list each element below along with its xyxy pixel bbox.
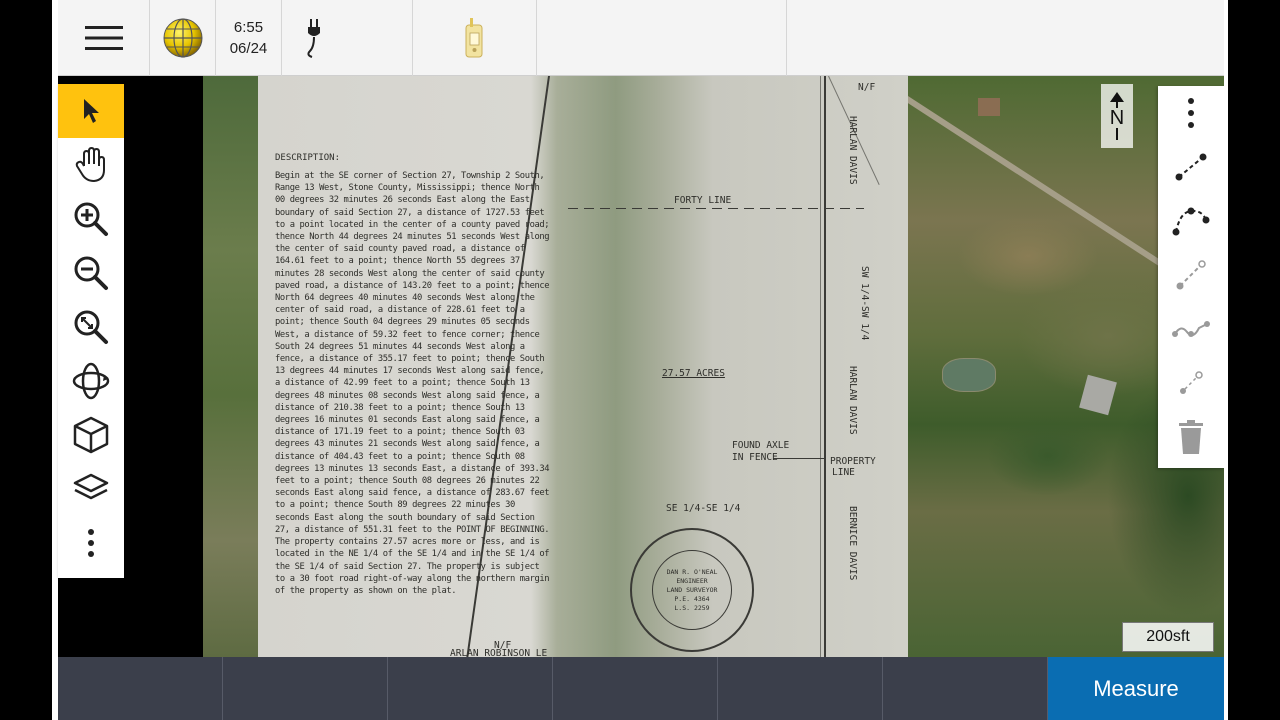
orbit-icon [72,362,110,400]
seal-surveyor: LAND SURVEYOR [666,585,718,594]
satellite-pond [942,358,996,392]
surveyor-seal: DAN R. O'NEAL ENGINEER LAND SURVEYOR P.E… [630,528,754,652]
north-tail-icon [1116,128,1118,140]
surveyor-seal-inner: DAN R. O'NEAL ENGINEER LAND SURVEYOR P.E… [652,550,732,630]
measure-line-button[interactable] [1158,140,1224,194]
plat-label-line: LINE [832,467,855,478]
orbit-button[interactable] [58,354,124,408]
status-bar: 6:55 06/24 [58,0,1224,76]
status-slot [537,0,787,76]
plat-description-heading: DESCRIPTION: [275,153,341,163]
measure-tools-toolbar [1158,86,1224,468]
right-frame-border [1224,0,1228,720]
bottom-slot-5[interactable] [718,657,883,720]
receiver-status[interactable] [413,0,537,76]
zoom-extents-icon [74,310,108,344]
measure-line-icon [1175,153,1207,181]
pan-tool-button[interactable] [58,138,124,192]
plat-description-text: Begin at the SE corner of Section 27, To… [275,171,550,596]
more-tools-button[interactable] [58,516,124,570]
measure-point-icon [1180,371,1203,394]
trash-icon [1179,420,1203,454]
power-status[interactable] [282,0,413,76]
hamburger-menu-icon [84,26,123,50]
measure-point-button[interactable] [1158,356,1224,410]
more-vertical-icon [1188,98,1194,128]
zoom-out-icon [74,256,108,290]
measure-arc-icon [1172,207,1210,236]
layers-icon [73,473,109,500]
clock: 6:55 06/24 [216,0,282,76]
plat-label-forty-line: FORTY LINE [674,195,732,206]
bottom-slot-3[interactable] [388,657,553,720]
select-arrow-icon [84,99,99,123]
map-tools-toolbar [58,84,124,578]
seal-engineer: ENGINEER [676,576,708,585]
satellite-building-small [978,98,1000,116]
zoom-extents-button[interactable] [58,300,124,354]
bottom-slot-4[interactable] [553,657,718,720]
plat-label-arlan-robinson: ARLAN ROBINSON LE [450,648,548,657]
measure-point-line-button[interactable] [1158,248,1224,302]
menu-button[interactable] [58,0,150,76]
3d-view-button[interactable] [58,408,124,462]
more-vertical-icon [88,529,94,557]
seal-pe: P.E. 4364 [674,594,710,603]
measure-polyline-icon [1172,321,1210,337]
plat-label-nf-top: N/F [858,82,876,93]
delete-measurement-button[interactable] [1158,410,1224,464]
satellite-imagery-left [203,76,258,657]
seal-name: DAN R. O'NEAL [666,567,718,576]
right-frame [1224,0,1280,720]
plat-label-bernice-davis: BERNICE DAVIS [847,506,858,581]
measure-arc-button[interactable] [1158,194,1224,248]
plat-label-found-axle: FOUND AXLE [732,440,790,451]
seal-ls: L.S. 2259 [674,603,710,612]
zoom-out-button[interactable] [58,246,124,300]
pan-hand-icon [75,147,105,182]
gnss-receiver-icon [465,18,482,58]
plat-label-acres: 27.57 ACRES [662,368,725,379]
left-frame [0,0,58,720]
scale-bar: 200sft [1122,622,1214,652]
map-view[interactable]: DESCRIPTION: Begin at the SE corner of S… [58,76,1224,657]
plat-label-harlan-davis-top: HARLAN DAVIS [847,116,858,185]
north-arrow[interactable]: N [1101,84,1133,148]
measure-point-line-icon [1176,260,1206,290]
plat-leader-line [773,458,825,459]
plat-label-in-fence: IN FENCE [732,452,778,463]
time-text: 6:55 [233,19,264,36]
plat-label-sw-quarter: SW 1/4-SW 1/4 [859,266,870,341]
gnss-status-button[interactable] [150,0,216,76]
measure-polyline-button[interactable] [1158,302,1224,356]
measure-button[interactable]: Measure [1048,657,1224,720]
plat-label-se-quarter: SE 1/4-SE 1/4 [666,503,741,514]
bottom-slot-6[interactable] [883,657,1048,720]
zoom-in-button[interactable] [58,192,124,246]
plat-label-property: PROPERTY [830,456,876,467]
measure-options-button[interactable] [1158,86,1224,140]
bottom-slot-1[interactable] [58,657,223,720]
north-letter: N [1109,107,1125,129]
date-text: 06/24 [229,40,268,57]
plat-boundary-east-fence [820,76,821,657]
zoom-in-icon [74,202,108,236]
plat-boundary-east [824,76,826,657]
bottom-slot-2[interactable] [223,657,388,720]
plat-label-harlan-davis: HARLAN DAVIS [847,366,858,435]
power-plug-icon [307,19,320,58]
select-tool-button[interactable] [58,84,124,138]
layers-button[interactable] [58,462,124,516]
plat-forty-line [568,208,864,209]
3d-cube-icon [73,416,109,454]
globe-icon [163,18,202,58]
north-arrow-icon [1110,92,1124,108]
status-slot-wide [787,0,1224,76]
